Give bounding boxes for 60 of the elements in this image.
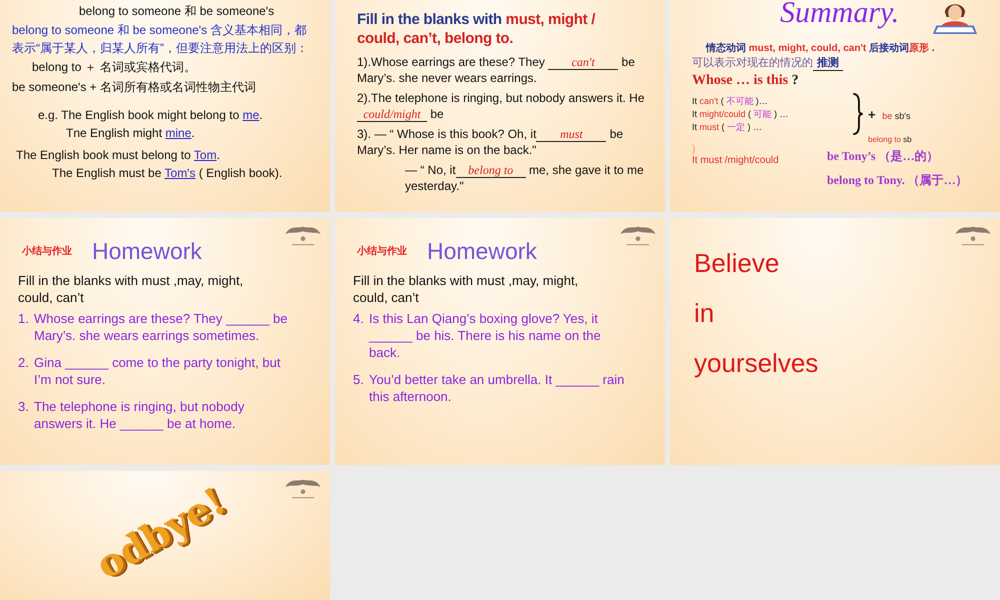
- item-number: 1.: [18, 310, 30, 328]
- handwritten-answer: belong to: [456, 164, 526, 178]
- slide-text: e.g. The English book might belong to me.: [37, 107, 264, 123]
- slide-text: 情态动词 must, might, could, can't 后接动词原形 .: [704, 42, 936, 55]
- slide-text: be Tony’s （是…的）: [827, 148, 940, 165]
- slide-text: The English book must belong to Tom.: [15, 147, 221, 163]
- slide-thumbnail[interactable]: [335, 218, 665, 465]
- item-number: 2.: [18, 354, 30, 372]
- link[interactable]: me: [242, 108, 260, 122]
- slide-heading: Fill in the blanks with must, might / could, can’t, belong to.: [357, 10, 596, 48]
- slide-text: yourselves: [694, 347, 820, 380]
- link[interactable]: Tom: [194, 148, 217, 162]
- link[interactable]: mine: [165, 126, 192, 140]
- slide-text: belong to Tony. （属于…）: [827, 172, 968, 189]
- item-number: 3.: [18, 398, 30, 416]
- slide-text: 可以表示对现在的情况的 推测: [692, 55, 988, 71]
- slide-text: Gina ______ come to the party tonight, but I’m not sure.: [34, 354, 282, 388]
- item-number: 4.: [353, 310, 365, 328]
- slide-title: Summary.: [780, 0, 900, 30]
- slide-text: Tne English might mine.: [65, 125, 196, 141]
- slide-title: Homework: [427, 238, 537, 265]
- link[interactable]: Tom's: [164, 166, 196, 180]
- slide-text: in: [694, 297, 716, 330]
- slide-thumbnail[interactable]: [0, 0, 330, 212]
- slide-text: You’d better take an umbrella. It ______ rain this afternoon.: [369, 371, 625, 405]
- handwritten-answer: 推测: [813, 57, 843, 71]
- slide-text: belong to ＋ 名词或宾格代词。: [31, 59, 198, 75]
- handwritten-answer: must: [536, 128, 606, 142]
- slide-text: belong to someone 和 be someone's: [78, 3, 276, 19]
- slide-text: Whose … is this ?: [692, 73, 800, 89]
- slide-text: Is this Lan Qiang’s boxing glove? Yes, it ______ be his. There is his name on the back.: [369, 310, 602, 361]
- slide-title: Homework: [92, 238, 202, 265]
- slide-text: Believe: [694, 247, 780, 280]
- slide-tag: 小结与作业: [18, 244, 72, 258]
- slide-text: 3). — “ Whose is this book? Oh, it must be Mary’s. Her name is on the back.": [357, 126, 624, 158]
- slide-text: It must ( 一定 ) …: [692, 120, 764, 134]
- slide-text: belong to someone 和 be someone's 含义基本相同，都表示“属于某人，归某人所有”，但要注意用法上的区别：: [12, 22, 309, 57]
- slide-text: The English must be Tom's ( English book).: [51, 165, 284, 181]
- slide-text: + be sb's: [868, 106, 910, 122]
- slide-thumbnail[interactable]: Believe in yourselves: [670, 218, 1000, 465]
- slide-text: The telephone is ringing, but nobody answers it. He ______ be at home.: [34, 398, 246, 432]
- slide-text: Fill in the blanks with must ,may, might, could, can’t: [353, 272, 580, 306]
- brace-icon: [852, 93, 864, 135]
- slide-thumbnail[interactable]: [670, 0, 1000, 212]
- handwritten-answer: could/might: [357, 108, 427, 122]
- slide-thumbnail[interactable]: [0, 218, 330, 465]
- slide-thumbnail[interactable]: [335, 0, 665, 212]
- slide-text: — “ No, it belong to me, she gave it to me yesterday.": [404, 162, 645, 194]
- slide-text: It must /might/could: [692, 155, 780, 166]
- slide-text: be someone's + 名词所有格或名词性物主代词: [12, 79, 258, 95]
- item-number: 5.: [353, 371, 365, 389]
- slide-tag: 小结与作业: [353, 244, 407, 258]
- bracket-mark: ): [692, 144, 696, 155]
- handwritten-answer: can't: [548, 56, 618, 70]
- slide-text: 1).Whose earrings are these? They can't be Mary’s. she never wears earrings.: [357, 54, 636, 86]
- slide-text: It can't ( 不可能 )…: [692, 94, 769, 108]
- slide-text: belong to sb: [868, 135, 913, 144]
- slide-text: Fill in the blanks with must ,may, might, could, can’t: [18, 272, 244, 306]
- slide-text: Whose earrings are these? They ______ be Mary’s. she wears earrings sometimes.: [34, 310, 288, 344]
- slide-text: It might/could ( 可能 ) …: [692, 108, 790, 120]
